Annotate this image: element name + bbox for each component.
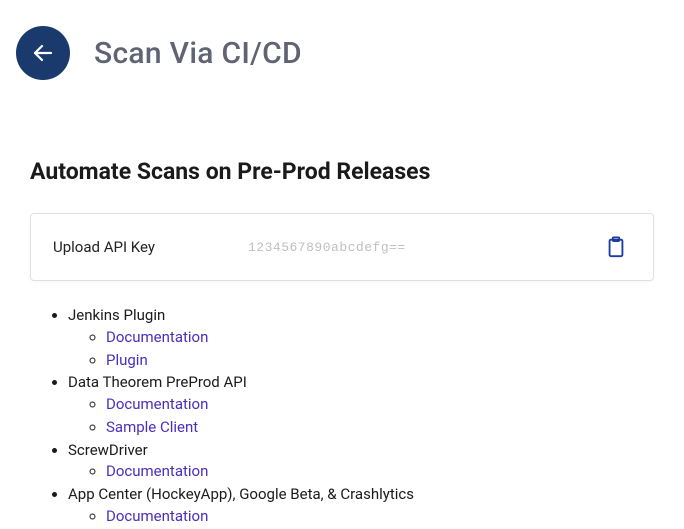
integration-link[interactable]: Documentation [106, 395, 208, 413]
integration-link[interactable]: Plugin [106, 351, 148, 369]
clipboard-icon [605, 236, 627, 258]
back-button[interactable] [16, 26, 70, 80]
integrations-list: Jenkins Plugin Documentation Plugin Data… [30, 305, 654, 528]
list-item: Plugin [106, 350, 654, 372]
integration-title: Data Theorem PreProd API [68, 373, 247, 391]
list-item: Documentation [106, 394, 654, 416]
content-area: Automate Scans on Pre-Prod Releases Uplo… [0, 80, 684, 528]
api-key-value: 1234567890abcdefg== [248, 240, 601, 255]
list-item: App Center (HockeyApp), Google Beta, & C… [68, 484, 654, 528]
integration-link[interactable]: Documentation [106, 507, 208, 525]
page-title: Scan Via CI/CD [94, 36, 302, 71]
integration-link[interactable]: Documentation [106, 328, 208, 346]
list-item: Documentation [106, 327, 654, 349]
integration-title: ScrewDriver [68, 441, 148, 459]
integration-link[interactable]: Documentation [106, 462, 208, 480]
list-item: Jenkins Plugin Documentation Plugin [68, 305, 654, 371]
integration-title: App Center (HockeyApp), Google Beta, & C… [68, 485, 414, 503]
integration-link[interactable]: Sample Client [106, 418, 198, 436]
copy-button[interactable] [601, 232, 631, 262]
api-key-card: Upload API Key 1234567890abcdefg== [30, 213, 654, 281]
list-item: Data Theorem PreProd API Documentation S… [68, 372, 654, 438]
list-item: Sample Client [106, 417, 654, 439]
arrow-left-icon [31, 41, 55, 65]
section-heading: Automate Scans on Pre-Prod Releases [30, 158, 654, 185]
list-item: Documentation [106, 461, 654, 483]
list-item: ScrewDriver Documentation [68, 440, 654, 484]
api-key-label: Upload API Key [53, 238, 248, 256]
page-header: Scan Via CI/CD [0, 0, 684, 80]
integration-title: Jenkins Plugin [68, 306, 165, 324]
list-item: Documentation [106, 506, 654, 528]
